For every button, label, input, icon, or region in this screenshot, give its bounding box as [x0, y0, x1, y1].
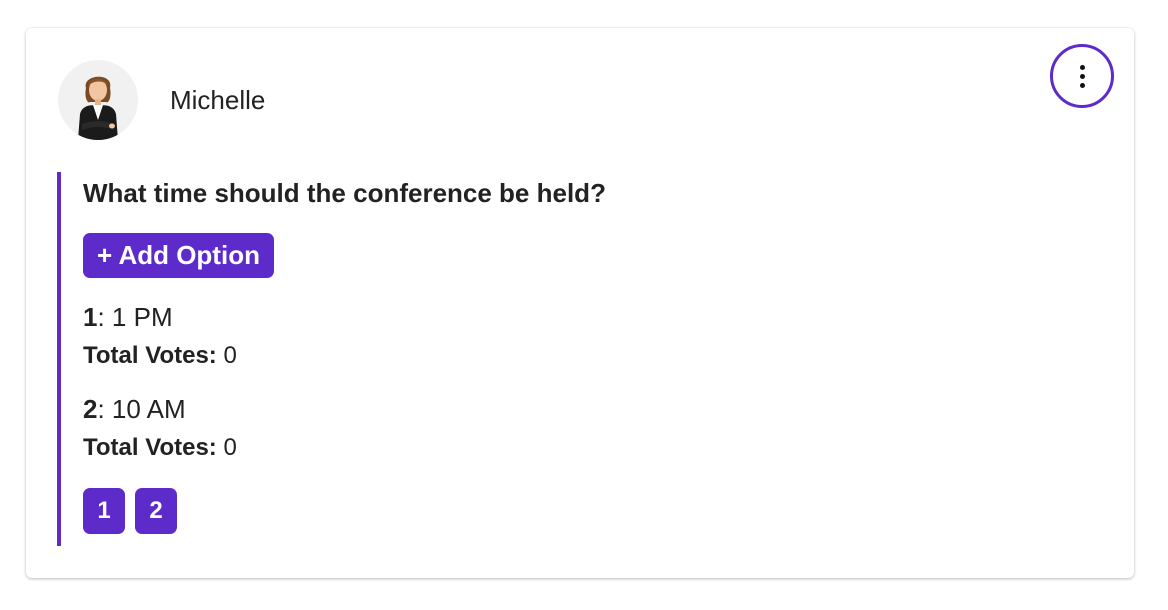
votes-count: 0 — [216, 434, 237, 461]
option-text: : 10 AM — [97, 394, 186, 424]
more-vertical-icon — [1079, 64, 1085, 88]
option-number: 1 — [83, 302, 98, 332]
poll-option: 2: 10 AM Total Votes: 0 — [83, 394, 1057, 462]
card-header: Michelle — [58, 60, 265, 140]
businesswoman-avatar-icon — [78, 76, 118, 140]
votes-label: Total Votes: — [83, 434, 217, 461]
page-button-1[interactable]: 1 — [83, 488, 125, 534]
option-text: : 1 PM — [97, 302, 173, 332]
page-button-2[interactable]: 2 — [135, 488, 177, 534]
votes-label: Total Votes: — [83, 342, 217, 369]
poll-section: What time should the conference be held?… — [57, 172, 1057, 546]
option-votes: Total Votes: 0 — [83, 342, 1057, 370]
username: Michelle — [170, 84, 266, 115]
poll-card: Michelle What time should the conference… — [26, 28, 1134, 578]
poll-question: What time should the conference be held? — [83, 178, 606, 208]
more-options-button[interactable] — [1050, 44, 1114, 108]
votes-count: 0 — [216, 342, 237, 369]
option-votes: Total Votes: 0 — [83, 434, 1057, 462]
option-label: 1: 1 PM — [83, 302, 1057, 332]
add-option-button[interactable]: + Add Option — [83, 233, 274, 278]
option-pager: 1 2 — [83, 488, 1057, 534]
option-label: 2: 10 AM — [83, 394, 1057, 424]
poll-option: 1: 1 PM Total Votes: 0 — [83, 302, 1057, 370]
option-number: 2 — [83, 394, 98, 424]
avatar — [58, 60, 138, 140]
